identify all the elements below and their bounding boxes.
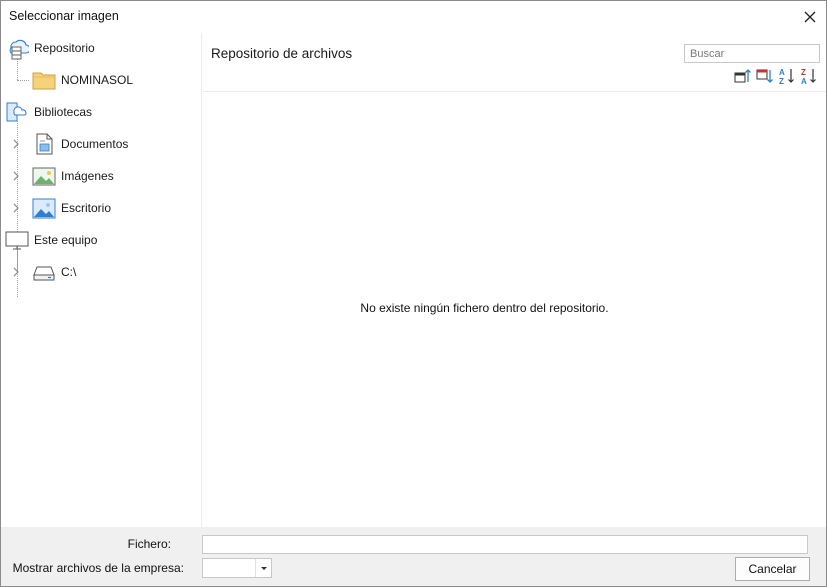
tree-item-label: Bibliotecas <box>34 105 93 119</box>
svg-text:A: A <box>801 77 807 85</box>
svg-text:A: A <box>779 68 785 77</box>
tree-item-label: Imágenes <box>61 169 114 183</box>
fichero-input[interactable] <box>202 535 808 554</box>
tree-item-este-equipo[interactable]: Este equipo <box>5 226 97 254</box>
select-image-dialog: Seleccionar imagen Repositorio NOMINASOL… <box>0 0 827 587</box>
image-icon <box>32 164 56 188</box>
window-title: Seleccionar imagen <box>9 9 119 23</box>
empresa-select[interactable] <box>202 558 272 578</box>
title-bar: Seleccionar imagen <box>1 1 826 33</box>
drive-icon <box>32 260 56 284</box>
tree-item-label: NOMINASOL <box>61 73 134 87</box>
panel-title: Repositorio de archivos <box>211 46 353 61</box>
cloud-server-icon <box>5 36 29 60</box>
folder-icon <box>32 68 56 92</box>
dropdown-arrow-icon[interactable] <box>255 559 271 577</box>
chevron-right-icon[interactable] <box>11 267 21 277</box>
navigation-tree: Repositorio NOMINASOL Bibliotecas Docume… <box>1 33 202 527</box>
tree-item-label: C:\ <box>61 265 77 279</box>
document-icon <box>32 132 56 156</box>
tree-item-c-drive[interactable]: C:\ <box>32 258 76 286</box>
empresa-label: Mostrar archivos de la empresa: <box>12 561 184 575</box>
chevron-right-icon[interactable] <box>11 139 21 149</box>
panel-divider <box>203 91 826 92</box>
chevron-right-icon[interactable] <box>11 203 21 213</box>
svg-text:Z: Z <box>801 68 806 77</box>
empty-state-message: No existe ningún fichero dentro del repo… <box>360 301 609 315</box>
svg-text:Z: Z <box>779 77 784 85</box>
tree-item-label: Este equipo <box>34 233 98 247</box>
tree-item-repositorio[interactable]: Repositorio <box>5 34 95 62</box>
tree-item-label: Escritorio <box>61 201 112 215</box>
close-icon <box>804 11 816 23</box>
sort-az-icon: A Z <box>779 68 794 85</box>
sort-date-asc-icon <box>734 69 751 83</box>
sort-date-desc-icon <box>756 69 773 83</box>
desktop-image-icon <box>32 196 56 220</box>
fichero-label: Fichero: <box>127 537 171 551</box>
sort-za-button[interactable]: Z A <box>800 67 818 85</box>
tree-item-label: Documentos <box>61 137 129 151</box>
chevron-right-icon[interactable] <box>11 171 21 181</box>
sort-az-button[interactable]: A Z <box>778 67 796 85</box>
tree-line <box>17 80 29 81</box>
sort-date-asc-button[interactable] <box>734 67 752 85</box>
search-input[interactable] <box>684 44 820 63</box>
tree-item-label: Repositorio <box>34 41 95 55</box>
cancel-button[interactable]: Cancelar <box>735 557 810 581</box>
monitor-icon <box>5 228 29 252</box>
file-repository-panel: Repositorio de archivos A <box>203 33 826 527</box>
library-cloud-icon <box>5 100 29 124</box>
tree-item-bibliotecas[interactable]: Bibliotecas <box>5 98 92 126</box>
sort-date-desc-button[interactable] <box>756 67 774 85</box>
sort-toolbar: A Z Z A <box>734 67 818 85</box>
tree-item-nominasol[interactable]: NOMINASOL <box>32 66 133 94</box>
dialog-footer: Fichero: Mostrar archivos de la empresa:… <box>1 527 826 586</box>
close-button[interactable] <box>798 5 822 29</box>
tree-item-documentos[interactable]: Documentos <box>32 130 128 158</box>
sort-za-icon: Z A <box>801 68 816 85</box>
tree-item-imagenes[interactable]: Imágenes <box>32 162 114 190</box>
tree-item-escritorio[interactable]: Escritorio <box>32 194 111 222</box>
